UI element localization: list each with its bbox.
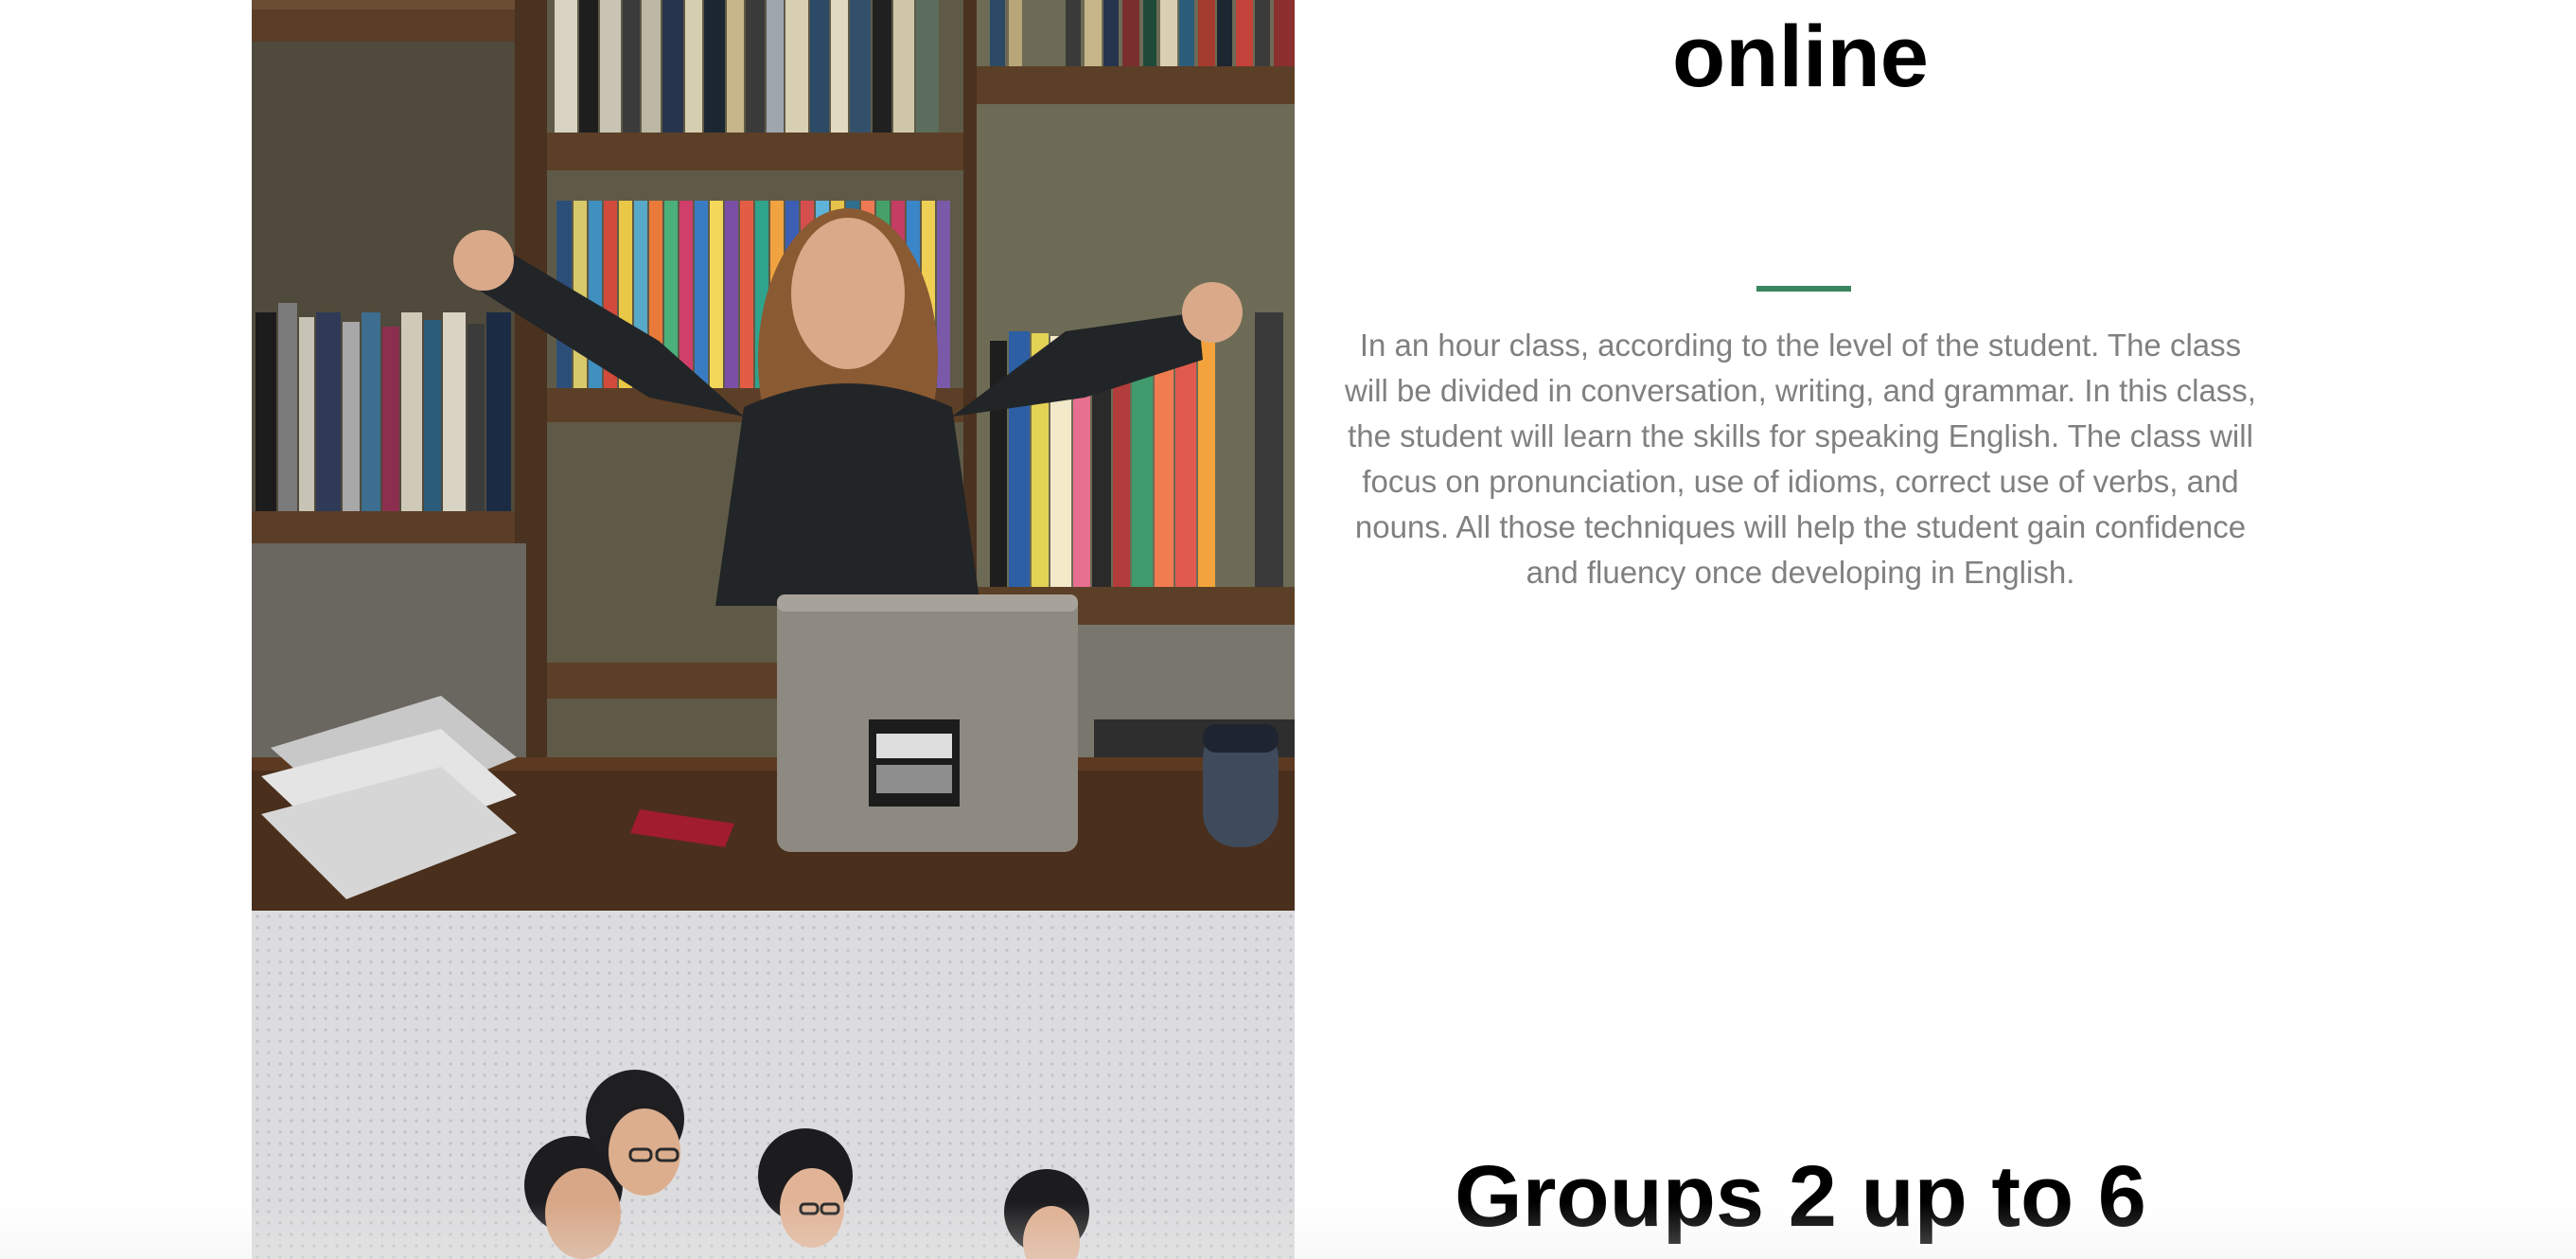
accent-divider [1756,286,1851,292]
online-description: In an hour class, according to the level… [1345,328,2256,590]
page: online In an hour class, according to th… [0,0,2576,1259]
section-heading-groups: Groups 2 up to 6 [1455,1148,2146,1245]
section-heading-online: online [1672,9,1929,105]
girl-laptop-photo [252,0,1295,911]
groups-section: Groups 2 up to 6 [1344,911,2257,1259]
online-section: online In an hour class, according to th… [1344,0,2257,911]
group-students-photo [252,911,1295,1259]
